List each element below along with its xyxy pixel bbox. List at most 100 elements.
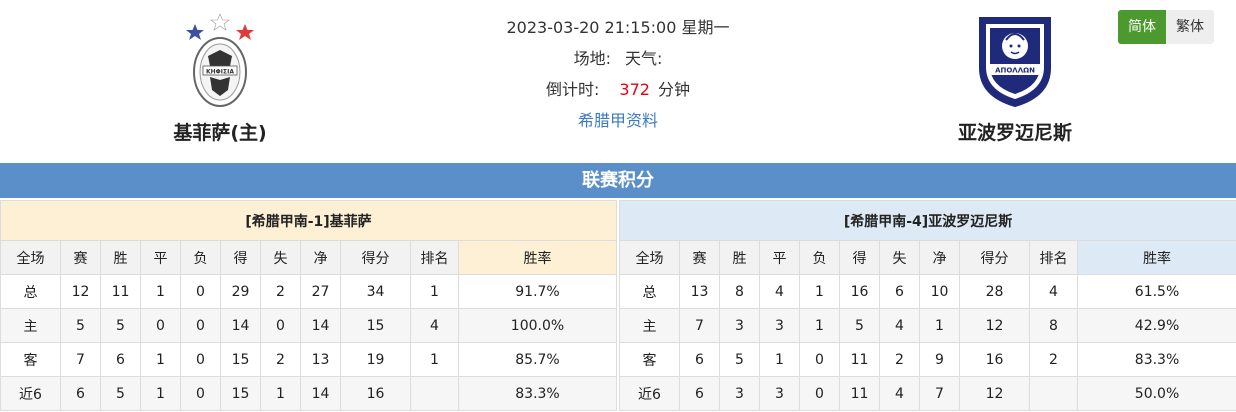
league-info-link[interactable]: 希腊甲资料 [578, 111, 658, 130]
table-row: 客 7 6 1 0 15 2 13 19 1 85.7% [0, 342, 617, 377]
match-datetime: 2023-03-20 21:15:00 星期一 [506, 18, 730, 37]
language-switch: 简体 繁体 [1118, 10, 1214, 44]
home-table-header: 全场 赛 胜 平 负 得 失 净 得分 排名 胜率 [0, 240, 617, 275]
table-cell: 100.0% [458, 308, 617, 343]
lang-simplified-button[interactable]: 简体 [1118, 10, 1166, 44]
col-header: 胜率 [458, 240, 617, 275]
table-cell: 2 [260, 342, 301, 377]
table-cell: 0 [799, 376, 840, 411]
home-team[interactable]: ΚΗΦΙΣΙΑ 基菲萨(主) [100, 10, 340, 145]
table-cell: 10 [919, 274, 960, 309]
table-cell: 1 [140, 376, 181, 411]
col-header: 负 [180, 240, 221, 275]
countdown-unit: 分钟 [657, 80, 690, 99]
match-header: ΚΗΦΙΣΙΑ 基菲萨(主) 2023-03-20 21:15:00 星期一 场… [0, 0, 1236, 163]
table-cell: 28 [959, 274, 1030, 309]
table-cell: 4 [879, 376, 920, 411]
away-team[interactable]: ΑΠΟΛΛΩΝ 亚波罗迈尼斯 [895, 10, 1135, 145]
table-cell: 4 [879, 308, 920, 343]
away-team-name: 亚波罗迈尼斯 [957, 122, 1072, 144]
table-cell: 1 [919, 308, 960, 343]
col-header: 全场 [0, 240, 61, 275]
home-standings-table: [希腊甲南-1]基菲萨 全场 赛 胜 平 负 得 失 净 得分 排名 胜率 总 … [0, 200, 617, 411]
table-cell: 6 [679, 342, 720, 377]
home-logo-text: ΚΗΦΙΣΙΑ [206, 69, 234, 76]
home-team-name: 基菲萨(主) [173, 122, 267, 144]
table-row: 近6 6 5 1 0 15 1 14 16 83.3% [0, 376, 617, 411]
lang-traditional-button[interactable]: 繁体 [1166, 10, 1214, 44]
col-header: 失 [260, 240, 301, 275]
table-row: 主 5 5 0 0 14 0 14 15 4 100.0% [0, 308, 617, 343]
countdown-value: 372 [619, 80, 650, 99]
col-header: 平 [759, 240, 800, 275]
table-cell: 15 [220, 376, 261, 411]
away-team-logo-icon: ΑΠΟΛΛΩΝ [979, 17, 1051, 108]
table-cell: 12 [959, 376, 1030, 411]
table-cell: 6 [679, 376, 720, 411]
col-header: 排名 [410, 240, 459, 275]
table-cell: 15 [340, 308, 411, 343]
table-cell: 29 [220, 274, 261, 309]
table-cell: 6 [60, 376, 101, 411]
table-cell: 4 [759, 274, 800, 309]
table-cell: 11 [100, 274, 141, 309]
section-title: 联赛积分 [0, 163, 1236, 198]
table-cell: 1 [260, 376, 301, 411]
away-standings-table: [希腊甲南-4]亚波罗迈尼斯 全场 赛 胜 平 负 得 失 净 得分 排名 胜率… [618, 200, 1236, 411]
col-header: 胜 [719, 240, 760, 275]
weather-label: 天气: [625, 49, 663, 68]
row-label: 客 [0, 342, 61, 377]
match-info: 2023-03-20 21:15:00 星期一 场地: 天气: 倒计时: 372 分钟… [418, 12, 818, 136]
row-label: 近6 [0, 376, 61, 411]
table-cell: 3 [719, 376, 760, 411]
table-cell: 0 [180, 308, 221, 343]
table-cell: 19 [340, 342, 411, 377]
table-cell: 50.0% [1076, 376, 1236, 411]
row-label: 总 [619, 274, 680, 309]
table-cell: 4 [410, 308, 459, 343]
table-cell: 3 [759, 308, 800, 343]
table-cell: 16 [340, 376, 411, 411]
home-table-title: [希腊甲南-1]基菲萨 [0, 200, 617, 241]
table-cell: 5 [100, 376, 141, 411]
table-cell: 5 [719, 342, 760, 377]
table-cell: 16 [839, 274, 880, 309]
table-cell: 0 [799, 342, 840, 377]
table-cell: 4 [1029, 274, 1078, 309]
table-cell: 9 [919, 342, 960, 377]
countdown-row: 倒计时: 372 分钟 [418, 74, 818, 105]
table-cell: 14 [220, 308, 261, 343]
table-cell: 83.3% [1076, 342, 1236, 377]
away-table-title: [希腊甲南-4]亚波罗迈尼斯 [618, 200, 1236, 241]
table-row: 客 6 5 1 0 11 2 9 16 2 83.3% [619, 342, 1236, 377]
row-label: 客 [619, 342, 680, 377]
table-cell: 7 [919, 376, 960, 411]
table-cell: 13 [679, 274, 720, 309]
col-header: 排名 [1029, 240, 1078, 275]
table-cell: 1 [140, 274, 181, 309]
table-cell: 11 [839, 376, 880, 411]
table-cell: 83.3% [458, 376, 617, 411]
table-cell: 1 [759, 342, 800, 377]
table-cell: 1 [140, 342, 181, 377]
table-cell: 7 [60, 342, 101, 377]
table-cell: 91.7% [458, 274, 617, 309]
col-header: 净 [300, 240, 341, 275]
table-cell: 1 [799, 274, 840, 309]
table-cell: 85.7% [458, 342, 617, 377]
table-cell: 6 [100, 342, 141, 377]
table-cell: 8 [1029, 308, 1078, 343]
table-cell: 13 [300, 342, 341, 377]
table-cell: 0 [140, 308, 181, 343]
table-cell: 14 [300, 376, 341, 411]
col-header: 胜 [100, 240, 141, 275]
table-cell: 3 [719, 308, 760, 343]
table-cell: 1 [410, 342, 459, 377]
table-cell: 2 [1029, 342, 1078, 377]
table-cell: 34 [340, 274, 411, 309]
table-cell: 1 [410, 274, 459, 309]
col-header: 净 [919, 240, 960, 275]
table-cell: 6 [879, 274, 920, 309]
col-header: 得 [220, 240, 261, 275]
countdown-label: 倒计时: [546, 80, 600, 99]
